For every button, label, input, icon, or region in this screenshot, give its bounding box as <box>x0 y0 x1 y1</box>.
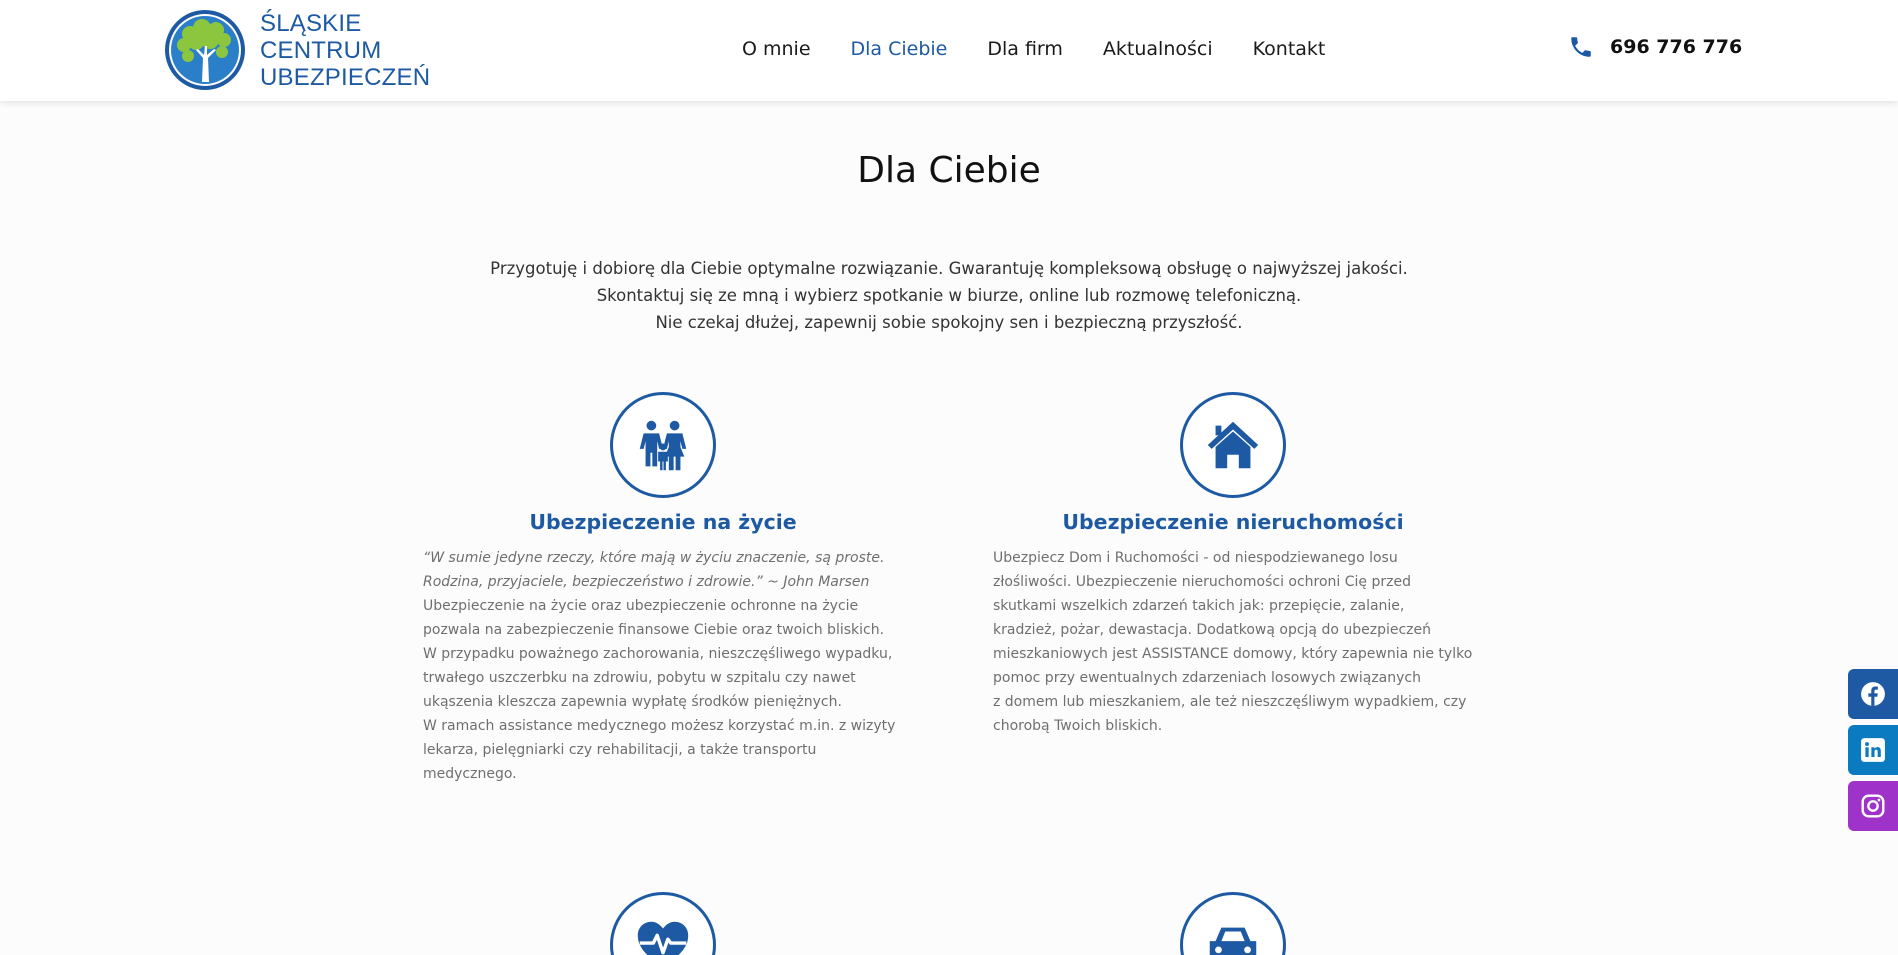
phone-icon <box>1571 37 1591 57</box>
brand-line-3: UBEZPIECZEŃ <box>260 63 431 91</box>
nav-item-o-mnie[interactable]: O mnie <box>742 38 811 60</box>
description-line: pozwala na zabezpieczenie finansowe Cieb… <box>423 622 885 638</box>
description-line: z domem lub mieszkaniem, ale też nieszcz… <box>993 694 1467 710</box>
intro-text: Przygotuję i dobiorę dla Ciebie optymaln… <box>0 255 1898 336</box>
service-description: “W sumie jedyne rzeczy, które mają w życ… <box>423 546 903 786</box>
instagram-button[interactable] <box>1848 781 1898 831</box>
description-line: W przypadku poważnego zachorowania, nies… <box>423 646 893 662</box>
logo[interactable]: ŚLĄSKIE CENTRUM UBEZPIECZEŃ <box>162 8 430 92</box>
brand-line-2: CENTRUM <box>260 36 382 64</box>
description-line: ukąszenia kleszcza zapewnia wypłatę środ… <box>423 694 842 710</box>
nav-item-kontakt[interactable]: Kontakt <box>1253 38 1326 60</box>
house-icon <box>1180 392 1286 498</box>
description-line: W ramach assistance medycznego możesz ko… <box>423 718 896 734</box>
instagram-icon <box>1861 794 1885 818</box>
site-header: ŚLĄSKIE CENTRUM UBEZPIECZEŃ O mnie Dla C… <box>0 0 1898 101</box>
description-line: Ubezpiecz Dom i Ruchomości - od niespodz… <box>993 550 1398 566</box>
service-title: Ubezpieczenie na życie <box>529 510 797 534</box>
phone-link[interactable]: 696 776 776 <box>1568 33 1742 61</box>
description-line: kradzież, pożar, dewastacja. Dodatkową o… <box>993 622 1431 638</box>
description-line: skutkami wszelkich zdarzeń takich jak: p… <box>993 598 1405 614</box>
service-property-insurance: Ubezpieczenie nieruchomości Ubezpiecz Do… <box>993 392 1473 738</box>
heart-pulse-icon <box>610 892 716 955</box>
nav-item-dla-ciebie[interactable]: Dla Ciebie <box>851 38 948 60</box>
description-line: złośliwości. Ubezpieczenie nieruchomości… <box>993 574 1411 590</box>
brand-line-1: ŚLĄSKIE <box>260 9 362 37</box>
car-icon <box>1180 892 1286 955</box>
service-description: Ubezpiecz Dom i Ruchomości - od niespodz… <box>993 546 1473 738</box>
facebook-button[interactable] <box>1848 669 1898 719</box>
service-title: Ubezpieczenie nieruchomości <box>1062 510 1404 534</box>
description-line: lekarza, pielęgniarki czy rehabilitacji,… <box>423 742 817 782</box>
description-line: trwałego uszczerbku na zdrowiu, pobytu w… <box>423 670 856 686</box>
description-line: pomoc przy ewentualnych zdarzeniach loso… <box>993 670 1421 686</box>
family-icon <box>610 392 716 498</box>
nav-item-aktualnosci[interactable]: Aktualności <box>1103 38 1213 60</box>
brand-name: ŚLĄSKIE CENTRUM UBEZPIECZEŃ <box>260 10 430 91</box>
tree-logo-icon <box>165 10 245 90</box>
quote-line: “W sumie jedyne rzeczy, które mają w życ… <box>423 550 885 566</box>
phone-number: 696 776 776 <box>1610 36 1743 58</box>
page-title: Dla Ciebie <box>857 150 1041 191</box>
service-life-insurance: Ubezpieczenie na życie “W sumie jedyne r… <box>423 392 903 786</box>
nav-item-dla-firm[interactable]: Dla firm <box>987 38 1063 60</box>
intro-line-1: Przygotuję i dobiorę dla Ciebie optymaln… <box>490 259 1408 278</box>
intro-line-2: Skontaktuj się ze mną i wybierz spotkani… <box>596 286 1302 305</box>
linkedin-button[interactable] <box>1848 725 1898 775</box>
intro-line-3: Nie czekaj dłużej, zapewnij sobie spokoj… <box>655 313 1243 332</box>
description-line: chorobą Twoich bliskich. <box>993 718 1163 734</box>
main-nav: O mnie Dla Ciebie Dla firm Aktualności K… <box>742 38 1365 60</box>
linkedin-icon <box>1861 738 1885 762</box>
facebook-icon <box>1861 682 1885 706</box>
description-line: mieszkaniowych jest ASSISTANCE domowy, k… <box>993 646 1473 662</box>
description-line: Ubezpieczenie na życie oraz ubezpieczeni… <box>423 598 859 614</box>
quote-line: Rodzina, przyjaciele, bezpieczeństwo i z… <box>423 574 870 590</box>
